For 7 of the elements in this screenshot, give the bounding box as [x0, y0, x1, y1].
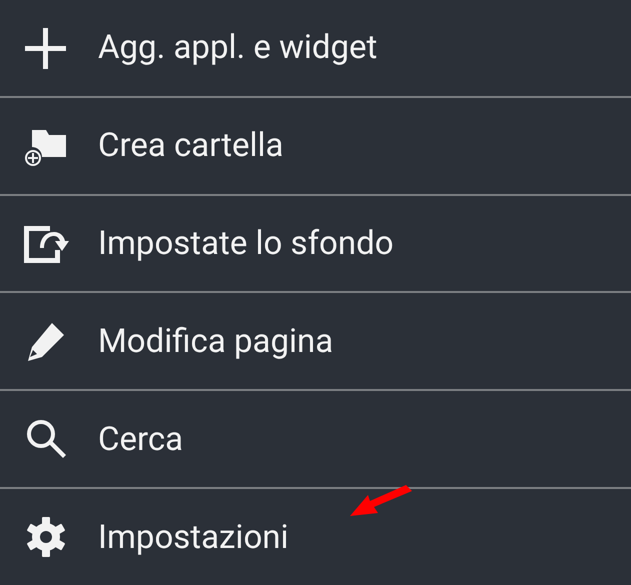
menu-item[interactable]: Impostazioni — [0, 489, 631, 585]
menu-item[interactable]: Cerca — [0, 391, 631, 488]
menu-item[interactable]: Impostate lo sfondo — [0, 196, 631, 292]
menu-item[interactable]: Agg. appl. e widget — [0, 0, 631, 96]
menu-item[interactable]: Crea cartella — [0, 98, 631, 194]
menu-item[interactable]: Modifica pagina — [0, 293, 631, 390]
annotation-arrow — [350, 485, 412, 517]
